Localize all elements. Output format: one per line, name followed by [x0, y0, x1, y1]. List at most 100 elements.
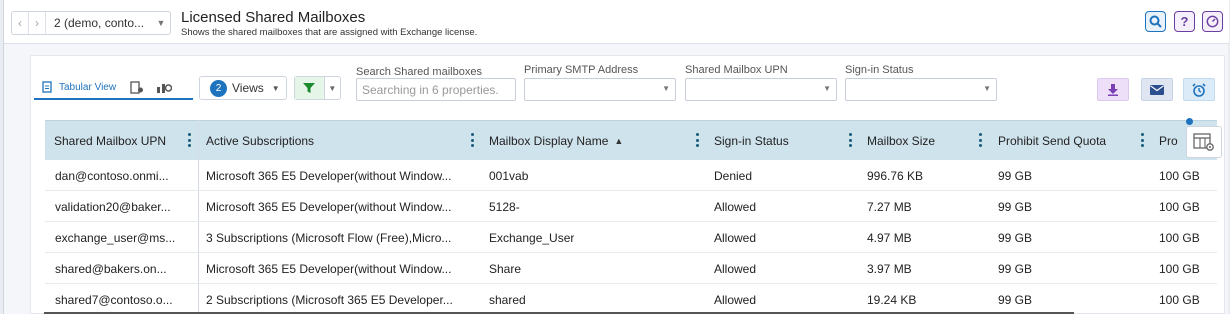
filter-icon: [303, 83, 316, 93]
tenant-selector[interactable]: 2 (demo, conto...: [46, 16, 152, 30]
cell-upn: validation20@baker...: [55, 199, 171, 214]
table-row[interactable]: exchange_user@ms... 3 Subscriptions (Mic…: [45, 222, 1217, 253]
table-row[interactable]: shared7@contoso.o... 2 Subscriptions (Mi…: [45, 284, 1217, 314]
cell-signin-status: Denied: [714, 168, 753, 183]
cell-upn: shared7@contoso.o...: [55, 292, 173, 307]
views-count-badge: 2: [210, 79, 227, 97]
signin-filter-select[interactable]: ▼: [845, 78, 997, 101]
column-header-upn[interactable]: Shared Mailbox UPN: [54, 121, 166, 161]
table-row[interactable]: dan@contoso.onmi... Microsoft 365 E5 Dev…: [45, 160, 1217, 191]
tab-detail-view[interactable]: [124, 76, 150, 98]
chevron-down-icon: ▼: [271, 83, 280, 93]
column-header-subscriptions[interactable]: Active Subscriptions: [206, 121, 314, 161]
smtp-filter-select[interactable]: ▼: [524, 78, 676, 101]
column-header-prohibit-send-quota[interactable]: Prohibit Send Quota: [998, 121, 1106, 161]
cell-prohibit-send-receive-quota: 100 GB: [1159, 168, 1200, 183]
cell-mailbox-size: 19.24 KB: [867, 292, 917, 307]
cell-prohibit-send-quota: 99 GB: [998, 168, 1033, 183]
cell-subscriptions: Microsoft 365 E5 Developer(without Windo…: [206, 261, 452, 276]
cell-signin-status: Allowed: [714, 230, 757, 245]
tenant-navigator: ‹ › 2 (demo, conto... ▼: [11, 11, 171, 35]
column-menu-icon[interactable]: [694, 133, 700, 147]
cell-display-name: 001vab: [489, 168, 529, 183]
table-row[interactable]: validation20@baker... Microsoft 365 E5 D…: [45, 191, 1217, 222]
filter-button[interactable]: ▼: [294, 76, 341, 100]
cell-display-name: 5128-: [489, 199, 520, 214]
search-input[interactable]: Searching in 6 properties.: [356, 78, 516, 101]
global-search-button[interactable]: [1145, 11, 1166, 32]
cell-mailbox-size: 7.27 MB: [867, 199, 912, 214]
search-icon: [1149, 15, 1162, 28]
table-row[interactable]: shared@bakers.on... Microsoft 365 E5 Dev…: [45, 253, 1217, 284]
status-button[interactable]: [1202, 11, 1223, 32]
download-icon: [1108, 83, 1118, 96]
cell-prohibit-send-receive-quota: 100 GB: [1159, 292, 1200, 307]
chevron-down-icon[interactable]: ▼: [152, 18, 170, 28]
gauge-icon: [1206, 15, 1219, 28]
cell-display-name: Exchange_User: [489, 230, 575, 245]
upn-filter-label: Shared Mailbox UPN: [685, 64, 788, 76]
view-tabs: Tabular View: [34, 76, 193, 100]
back-button[interactable]: ‹: [12, 12, 28, 34]
column-menu-icon[interactable]: [1139, 133, 1145, 147]
forward-button[interactable]: ›: [29, 12, 45, 34]
signin-filter-label: Sign-in Status: [845, 64, 914, 76]
cell-signin-status: Allowed: [714, 199, 757, 214]
tab-chart-view[interactable]: [150, 76, 178, 98]
chevron-left-icon: ‹: [18, 16, 22, 30]
schedule-button[interactable]: [1183, 78, 1215, 101]
chevron-down-icon: ▼: [983, 84, 991, 93]
page-title: Licensed Shared Mailboxes: [181, 9, 366, 26]
tab-label: Tabular View: [59, 81, 117, 93]
export-button[interactable]: [1097, 78, 1129, 101]
smtp-filter-label: Primary SMTP Address: [524, 64, 639, 76]
cell-prohibit-send-quota: 99 GB: [998, 261, 1033, 276]
top-bar: ‹ › 2 (demo, conto... ▼ Licensed Shared …: [4, 0, 1229, 44]
tab-tabular-view[interactable]: Tabular View: [34, 76, 124, 98]
cell-upn: shared@bakers.on...: [55, 261, 167, 276]
column-header-signin-status[interactable]: Sign-in Status: [714, 121, 789, 161]
cell-subscriptions: 2 Subscriptions (Microsoft 365 E5 Develo…: [206, 292, 453, 307]
views-label: Views: [232, 81, 264, 95]
column-header-prohibit-send-receive-quota[interactable]: Pro: [1159, 121, 1178, 161]
column-header-label: Mailbox Display Name: [489, 134, 609, 148]
cell-mailbox-size: 3.97 MB: [867, 261, 912, 276]
cell-display-name: Share: [489, 261, 522, 276]
filter-menu-toggle[interactable]: ▼: [323, 77, 340, 99]
document-icon: [42, 81, 52, 93]
cell-prohibit-send-quota: 99 GB: [998, 230, 1033, 245]
column-menu-icon[interactable]: [977, 133, 983, 147]
page-subtitle: Shows the shared mailboxes that are assi…: [181, 27, 478, 38]
mailbox-table: Shared Mailbox UPN Active Subscriptions …: [45, 120, 1217, 314]
cell-prohibit-send-receive-quota: 100 GB: [1159, 261, 1200, 276]
column-header-mailbox-size[interactable]: Mailbox Size: [867, 121, 935, 161]
filter-toggle[interactable]: [295, 77, 324, 99]
column-menu-icon[interactable]: [847, 133, 853, 147]
views-dropdown[interactable]: 2 Views ▼: [199, 76, 287, 100]
column-header-display-name[interactable]: Mailbox Display Name ▲: [489, 121, 623, 161]
column-settings-button[interactable]: [1186, 126, 1222, 158]
notification-dot: [1186, 118, 1193, 125]
document-settings-icon: [130, 80, 144, 94]
alarm-clock-icon: [1192, 82, 1206, 97]
cell-mailbox-size: 996.76 KB: [867, 168, 924, 183]
cell-signin-status: Allowed: [714, 261, 757, 276]
page: ‹ › 2 (demo, conto... ▼ Licensed Shared …: [3, 0, 1229, 314]
mail-icon: [1150, 84, 1164, 95]
chart-icon: [157, 83, 173, 93]
column-menu-icon[interactable]: [469, 133, 475, 147]
cell-prohibit-send-quota: 99 GB: [998, 292, 1033, 307]
help-button[interactable]: ?: [1174, 11, 1195, 32]
cell-subscriptions: 3 Subscriptions (Microsoft Flow (Free),M…: [206, 230, 452, 245]
cell-subscriptions: Microsoft 365 E5 Developer(without Windo…: [206, 199, 452, 214]
cell-prohibit-send-quota: 99 GB: [998, 199, 1033, 214]
cell-mailbox-size: 4.97 MB: [867, 230, 912, 245]
email-button[interactable]: [1141, 78, 1173, 101]
chevron-down-icon: ▼: [823, 84, 831, 93]
chevron-down-icon: ▼: [662, 84, 670, 93]
upn-filter-select[interactable]: ▼: [685, 78, 837, 101]
cell-signin-status: Allowed: [714, 292, 757, 307]
column-settings-icon: [1193, 133, 1214, 151]
cell-subscriptions: Microsoft 365 E5 Developer(without Windo…: [206, 168, 452, 183]
column-menu-icon[interactable]: [186, 133, 192, 147]
